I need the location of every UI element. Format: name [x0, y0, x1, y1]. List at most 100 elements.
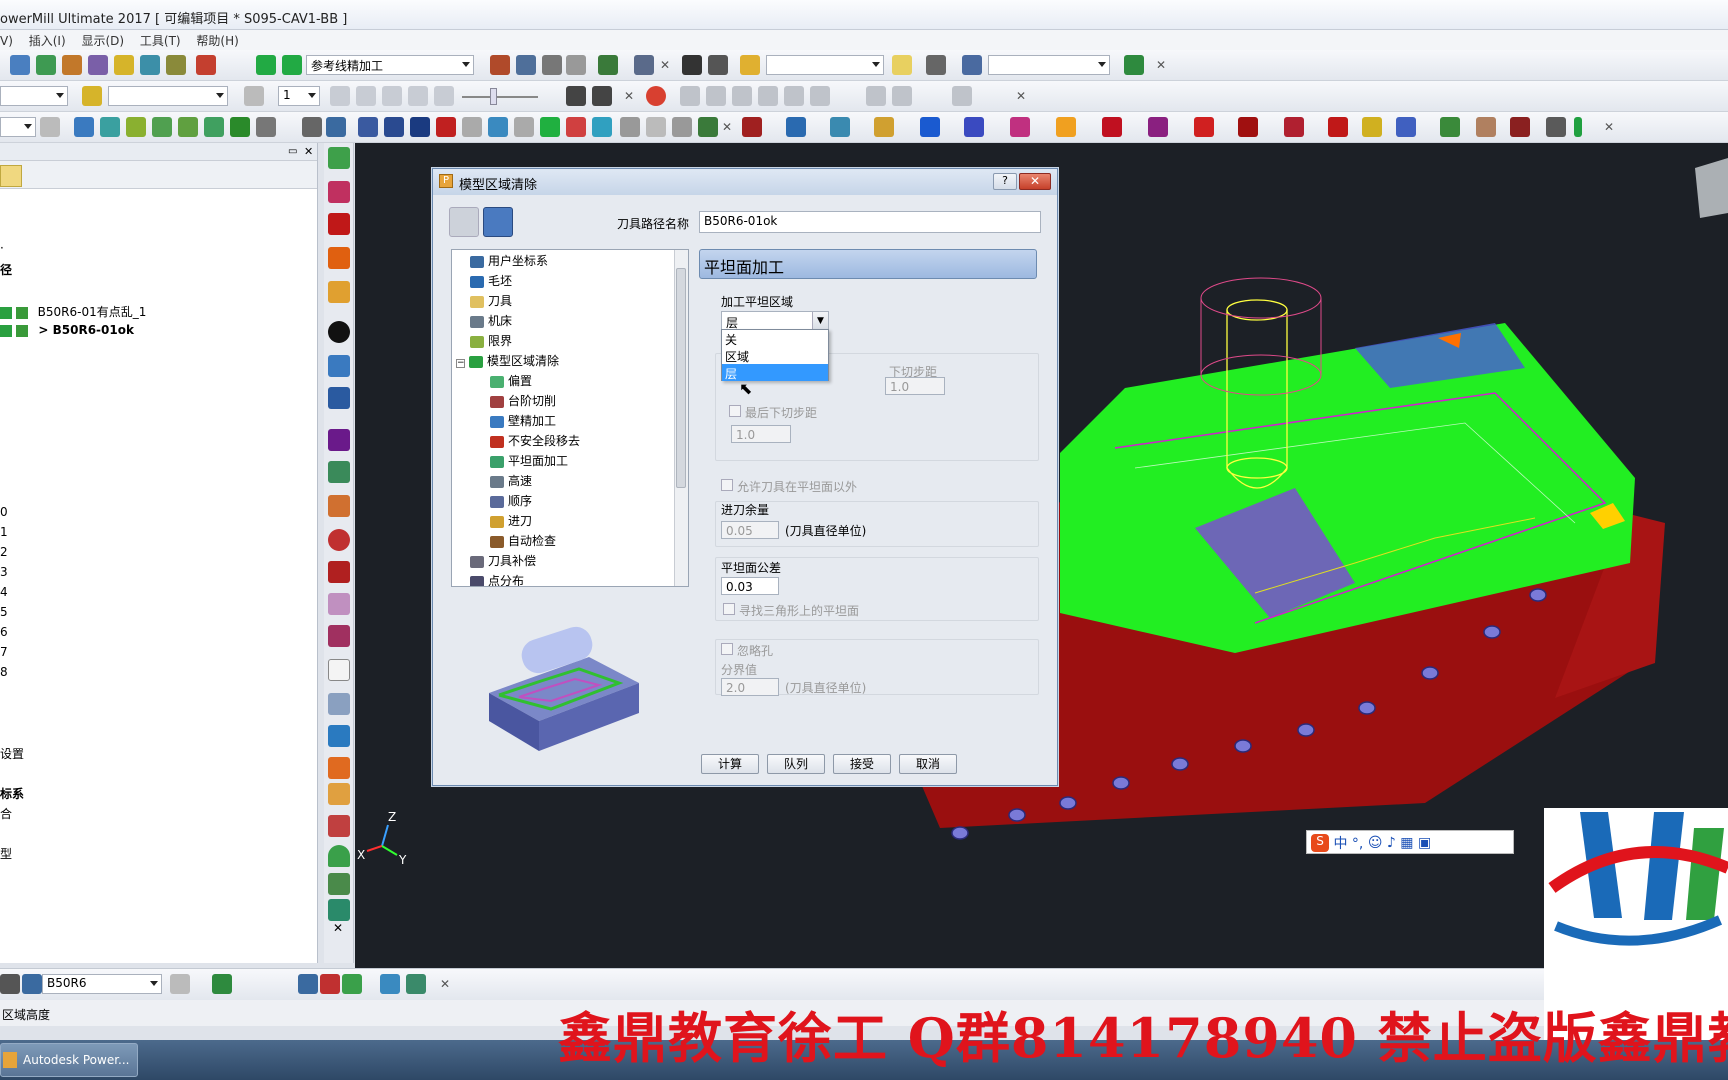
ime-keyboard-icon[interactable]: ▦: [1400, 835, 1413, 851]
strategy-icon[interactable]: [256, 55, 276, 75]
menu-view[interactable]: V): [0, 34, 13, 48]
boundary-icon[interactable]: [114, 55, 134, 75]
shade-gray5-icon[interactable]: [784, 86, 804, 106]
shade-gray6-icon[interactable]: [810, 86, 830, 106]
tree-item[interactable]: 机床: [470, 312, 512, 330]
bottom-icon-2[interactable]: [22, 974, 42, 994]
strategy-combo[interactable]: 参考线精加工: [306, 55, 474, 75]
plugin-icon-9[interactable]: [1102, 117, 1122, 137]
vtool-icon-8[interactable]: [328, 387, 350, 409]
sort-icon[interactable]: [516, 55, 536, 75]
queue-button[interactable]: 队列: [767, 754, 825, 774]
tree-item[interactable]: 自动检查: [490, 532, 556, 550]
cancel-button[interactable]: 取消: [899, 754, 957, 774]
allow-outside-checkbox[interactable]: [721, 479, 733, 491]
vtool-icon-4[interactable]: [328, 247, 350, 269]
plugin-icon-14[interactable]: [1328, 117, 1348, 137]
tb3-icon-17[interactable]: [540, 117, 560, 137]
vtool-icon-13[interactable]: [328, 561, 350, 583]
plugin-icon-1[interactable]: [742, 117, 762, 137]
clock-icon[interactable]: [302, 117, 322, 137]
first-icon[interactable]: [330, 86, 350, 106]
explorer-close-icon[interactable]: ✕: [304, 145, 313, 158]
tree-item[interactable]: 壁精加工: [490, 412, 556, 430]
close-button[interactable]: ✕: [1019, 173, 1051, 190]
toolbar-close-icon-2[interactable]: ✕: [1156, 58, 1166, 72]
menu-tools[interactable]: 工具(T): [140, 34, 181, 48]
bulb-icon[interactable]: [244, 86, 264, 106]
link-icon[interactable]: [962, 55, 982, 75]
help-button[interactable]: ?: [993, 173, 1017, 190]
vtool-icon-23[interactable]: [328, 873, 350, 895]
bottom-close-icon[interactable]: ✕: [440, 977, 450, 991]
plugin-icon-11[interactable]: [1194, 117, 1214, 137]
prev-icon[interactable]: [356, 86, 376, 106]
plugin-icon-19[interactable]: [1510, 117, 1530, 137]
strategy-blue-icon[interactable]: [483, 207, 513, 237]
tree-item[interactable]: 点分布: [470, 572, 524, 586]
tree-item[interactable]: 限界: [470, 332, 512, 350]
speed-slider-thumb[interactable]: [490, 88, 497, 105]
option-area[interactable]: 区域: [722, 347, 828, 364]
record-icon[interactable]: [646, 86, 666, 106]
toolbar-close-icon-6[interactable]: ✕: [1604, 120, 1614, 134]
tb3-icon-15[interactable]: [488, 117, 508, 137]
plugin-icon-2[interactable]: [786, 117, 806, 137]
gray-cube-icon[interactable]: [40, 117, 60, 137]
ignore-holes-checkbox[interactable]: [721, 643, 733, 655]
folder-icon[interactable]: [740, 55, 760, 75]
leads-icon[interactable]: [166, 55, 186, 75]
tree-item-selected[interactable]: 平坦面加工: [490, 452, 568, 470]
tool-icon[interactable]: [36, 55, 56, 75]
taskbar-app-button[interactable]: Autodesk Power...: [0, 1043, 138, 1077]
tree-scrollbar-thumb[interactable]: [676, 268, 686, 488]
list-icon[interactable]: [542, 55, 562, 75]
bottom-icon-9[interactable]: [406, 974, 426, 994]
bottom-tool-combo[interactable]: B50R6: [42, 974, 162, 994]
vtool-icon-2[interactable]: [328, 181, 350, 203]
option-off[interactable]: 关: [722, 330, 828, 347]
vtool-icon-19[interactable]: [328, 757, 350, 779]
print-icon[interactable]: [926, 55, 946, 75]
tb3-icon-8[interactable]: [256, 117, 276, 137]
vtool-icon-10[interactable]: [328, 461, 350, 483]
vtool-icon-1[interactable]: [328, 147, 350, 169]
tree-item[interactable]: 用户坐标系: [470, 252, 548, 270]
vtool-icon-9[interactable]: [328, 429, 350, 451]
tree-item[interactable]: − 模型区域清除: [456, 352, 559, 370]
toolpath-item-active[interactable]: > B50R6-01ok: [0, 323, 134, 337]
plugin-icon-18[interactable]: [1476, 117, 1496, 137]
tb3-icon-3[interactable]: [126, 117, 146, 137]
plugin-icon-16[interactable]: [1396, 117, 1416, 137]
vtool-icon-18[interactable]: [328, 725, 350, 747]
stepdown-input[interactable]: 1.0: [885, 377, 945, 395]
pattern-icon[interactable]: [88, 55, 108, 75]
tb3-icon-21[interactable]: [646, 117, 666, 137]
allowance-input[interactable]: 0.05: [721, 521, 779, 539]
view-icon[interactable]: [634, 55, 654, 75]
tb3-icon-2[interactable]: [100, 117, 120, 137]
plugin-icon-10[interactable]: [1148, 117, 1168, 137]
vtool-icon-22[interactable]: [328, 845, 350, 867]
plugin-icon-8[interactable]: [1056, 117, 1076, 137]
plugin-icon-13[interactable]: [1284, 117, 1304, 137]
shade-gray-icon[interactable]: [680, 86, 700, 106]
tb3-icon-1[interactable]: [74, 117, 94, 137]
toolbar-combo-b[interactable]: [108, 86, 228, 106]
grid-icon[interactable]: [682, 55, 702, 75]
tb3-icon-9[interactable]: [326, 117, 346, 137]
tree-item[interactable]: 刀具: [470, 292, 512, 310]
shade-gray7-icon[interactable]: [866, 86, 886, 106]
threshold-input[interactable]: 2.0: [721, 678, 779, 696]
tb3-icon-4[interactable]: [152, 117, 172, 137]
find-triangles-checkbox[interactable]: [723, 603, 735, 615]
tb3-icon-20[interactable]: [620, 117, 640, 137]
vtool-icon-21[interactable]: [328, 815, 350, 837]
plugin-icon-21[interactable]: [1574, 117, 1582, 137]
vbar-close-icon[interactable]: ✕: [333, 921, 343, 935]
tb3-icon-16[interactable]: [514, 117, 534, 137]
tb3-icon-10[interactable]: [358, 117, 378, 137]
tb3-icon-19[interactable]: [592, 117, 612, 137]
bottom-icon-1[interactable]: [0, 974, 20, 994]
toolbar-combo-a[interactable]: [0, 86, 68, 106]
